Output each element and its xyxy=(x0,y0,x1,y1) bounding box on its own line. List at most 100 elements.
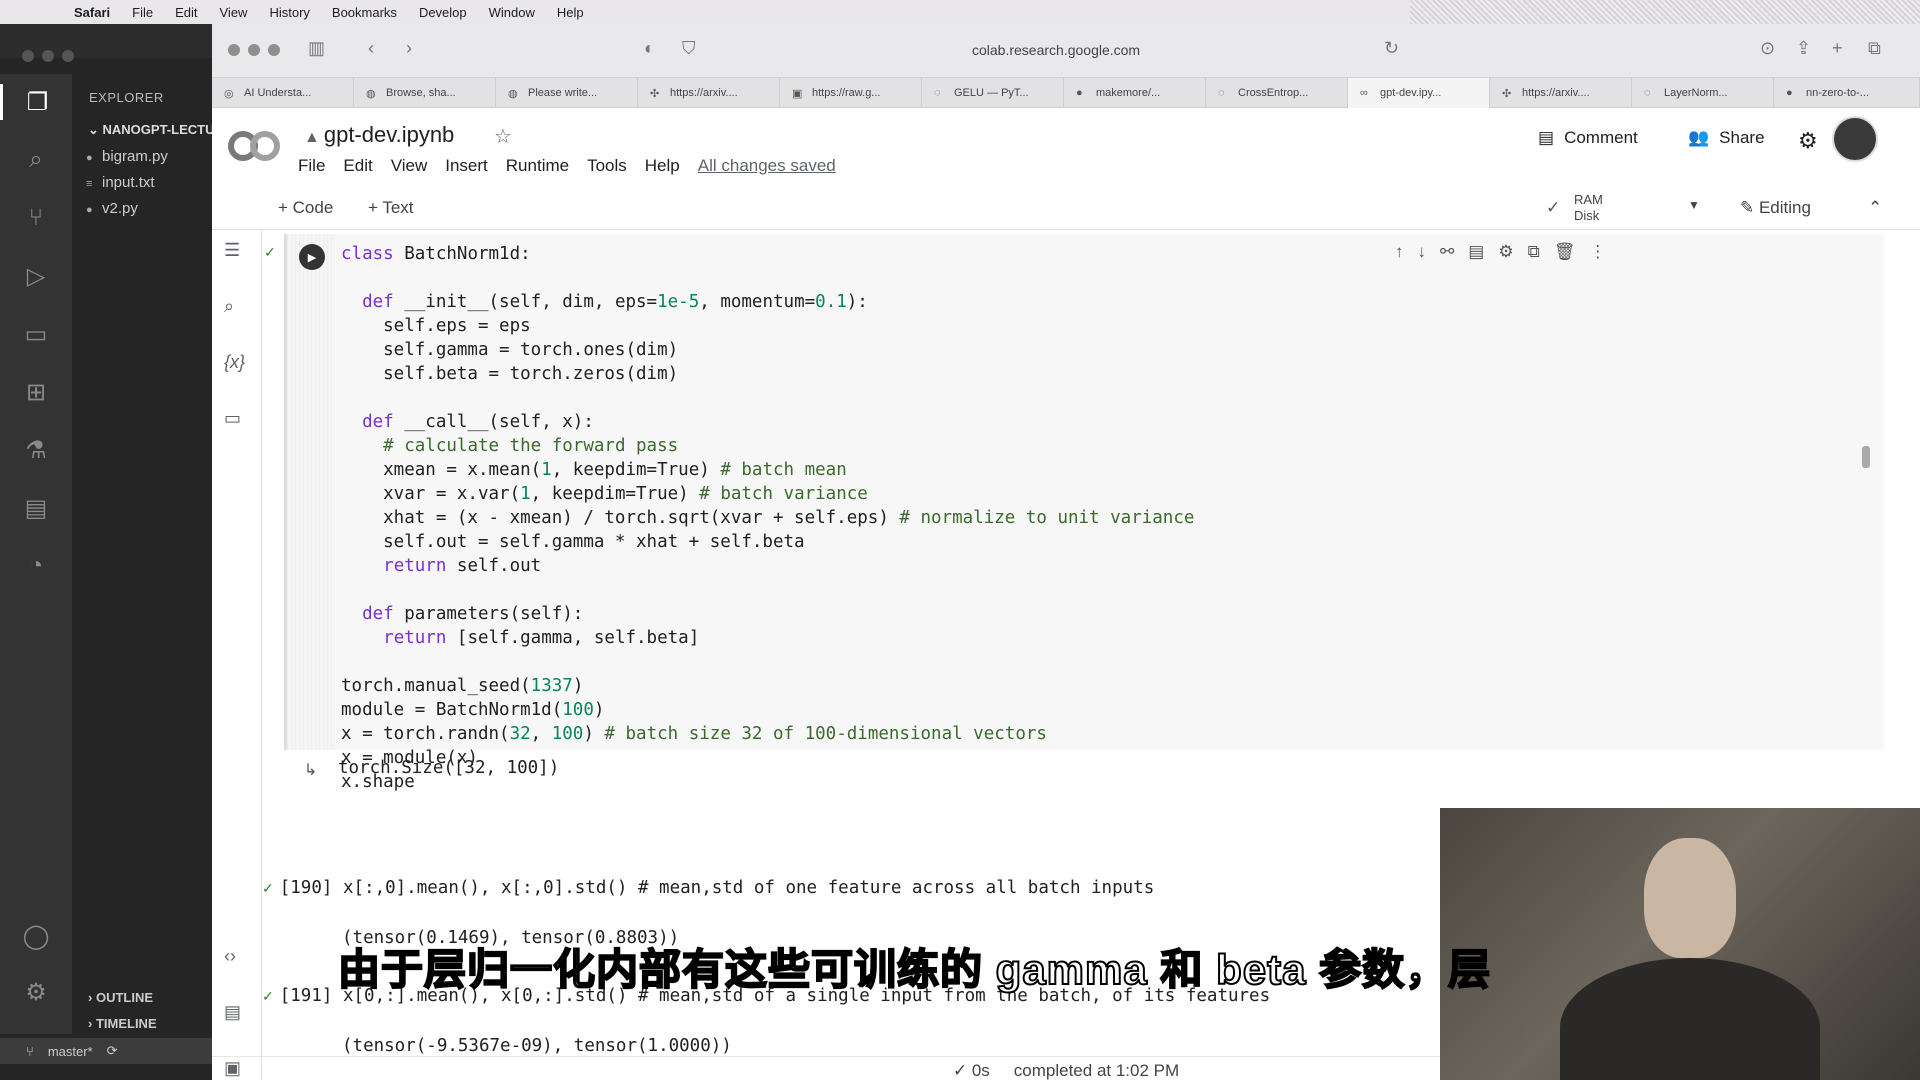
code-line: self.gamma = torch.ones(dim) xyxy=(341,340,679,360)
browser-tab[interactable]: ◎ AI Understa... xyxy=(212,78,354,108)
git-graph-icon[interactable]: ◔ xyxy=(18,548,54,584)
forward-icon[interactable]: › xyxy=(406,38,412,59)
menu-file[interactable]: File xyxy=(132,5,153,20)
browser-tab[interactable]: ◍ Browse, sha... xyxy=(354,78,496,108)
code-editor[interactable]: class BatchNorm1d: def __init__(self, di… xyxy=(341,242,1194,794)
privacy-icon[interactable]: ◐ xyxy=(644,38,655,59)
colab-menu-help[interactable]: Help xyxy=(645,156,680,176)
file-item[interactable]: ● bigram.py xyxy=(86,148,168,165)
colab-menu-tools[interactable]: Tools xyxy=(587,156,627,176)
menu-history[interactable]: History xyxy=(269,5,309,20)
shield-icon[interactable]: ⛉ xyxy=(682,38,696,59)
output-icon[interactable]: ↳ xyxy=(304,760,317,780)
save-status[interactable]: All changes saved xyxy=(698,156,836,176)
vscode-window-controls xyxy=(22,50,74,62)
menu-edit[interactable]: Edit xyxy=(175,5,197,20)
colab-menu-file[interactable]: File xyxy=(298,156,325,176)
address-bar[interactable]: colab.research.google.com xyxy=(972,42,1140,58)
editing-label: Editing xyxy=(1758,198,1811,217)
git-branch[interactable]: master* xyxy=(48,1044,93,1059)
colab-menu-edit[interactable]: Edit xyxy=(343,156,372,176)
downloads-icon[interactable]: ⊙ xyxy=(1760,38,1775,59)
settings-icon[interactable]: ⚙ xyxy=(1798,128,1818,154)
add-text-button[interactable]: + Text xyxy=(368,198,414,218)
find-icon[interactable]: ⌕ xyxy=(224,296,234,317)
run-debug-icon[interactable]: ▷ xyxy=(18,258,54,294)
files-folder-icon[interactable]: ▭ xyxy=(224,408,241,429)
menu-develop[interactable]: Develop xyxy=(419,5,467,20)
code-snippets-icon[interactable]: ‹› xyxy=(224,946,236,967)
command-palette-icon[interactable]: ▤ xyxy=(224,1002,241,1023)
mirror-cell-icon[interactable]: ⧉ xyxy=(1528,242,1540,262)
back-icon[interactable]: ‹ xyxy=(368,38,374,59)
colab-logo-icon[interactable] xyxy=(228,128,280,164)
run-cell-button[interactable]: ▶ xyxy=(299,244,325,270)
browser-tab[interactable]: ▣ https://raw.g... xyxy=(780,78,922,108)
menu-window[interactable]: Window xyxy=(489,5,535,20)
comment-button[interactable]: ▤ Comment xyxy=(1538,128,1638,148)
menu-help[interactable]: Help xyxy=(557,5,584,20)
variables-icon[interactable]: {x} xyxy=(224,352,245,373)
tab-favicon-icon: ● xyxy=(1076,87,1083,99)
window-controls[interactable] xyxy=(228,44,280,56)
remote-explorer-icon[interactable]: ▭ xyxy=(18,316,54,352)
menu-bookmarks[interactable]: Bookmarks xyxy=(332,5,397,20)
menu-app-name[interactable]: Safari xyxy=(74,5,110,20)
sidebar-icon[interactable]: ▥ xyxy=(308,38,325,59)
browser-tab[interactable]: ◌ CrossEntrop... xyxy=(1206,78,1348,108)
code-line: def __init__(self, dim, eps=1e-5, moment… xyxy=(362,292,868,312)
browser-tab-active[interactable]: ∞ gpt-dev.ipy... xyxy=(1348,78,1490,108)
table-of-contents-icon[interactable]: ☰ xyxy=(224,240,240,261)
python-file-icon: ● xyxy=(86,204,93,216)
editor-scrollbar[interactable] xyxy=(1862,446,1870,468)
share-button[interactable]: 👥 Share xyxy=(1688,128,1765,148)
delete-icon[interactable]: 🗑 xyxy=(1554,242,1576,262)
ram-label: RAM xyxy=(1574,192,1603,207)
editing-mode[interactable]: ✎ Editing xyxy=(1740,198,1811,218)
reload-icon[interactable]: ↻ xyxy=(1384,38,1399,59)
testing-icon[interactable]: ⚗ xyxy=(18,432,54,468)
tab-overview-icon[interactable]: ⧉ xyxy=(1868,38,1881,59)
extensions-icon[interactable]: ⊞ xyxy=(18,374,54,410)
browser-tab[interactable]: ◌ LayerNorm... xyxy=(1632,78,1774,108)
share-icon[interactable]: ⇪ xyxy=(1796,38,1811,59)
browser-tab[interactable]: ✣ https://arxiv.... xyxy=(1490,78,1632,108)
move-down-icon[interactable]: ↓ xyxy=(1418,242,1427,262)
notebook-icon[interactable]: ▤ xyxy=(18,490,54,526)
move-up-icon[interactable]: ↑ xyxy=(1395,242,1404,262)
file-item[interactable]: ≡ input.txt xyxy=(86,174,155,191)
outline-section[interactable]: › OUTLINE xyxy=(72,990,212,1016)
add-code-button[interactable]: + Code xyxy=(278,198,333,218)
menu-view[interactable]: View xyxy=(220,5,248,20)
star-icon[interactable]: ☆ xyxy=(494,124,512,149)
file-item[interactable]: ● v2.py xyxy=(86,200,138,217)
settings-gear-icon[interactable]: ⚙ xyxy=(18,974,54,1010)
source-control-icon[interactable]: ⑂ xyxy=(18,200,54,236)
comment-cell-icon[interactable]: ▤ xyxy=(1468,242,1484,262)
sync-icon[interactable]: ⟳ xyxy=(107,1043,118,1059)
code-line: return self.out xyxy=(383,556,542,576)
code-cell-190[interactable]: ✓ [190] x[:,0].mean(), x[:,0].std() # mea… xyxy=(262,878,1154,898)
account-icon[interactable]: ◯ xyxy=(18,918,54,954)
avatar[interactable] xyxy=(1832,116,1878,162)
colab-menu-view[interactable]: View xyxy=(391,156,428,176)
more-vert-icon[interactable]: ⋮ xyxy=(1589,242,1606,262)
link-icon[interactable]: ⚯ xyxy=(1440,242,1454,262)
files-icon[interactable]: ❐ xyxy=(0,84,72,120)
search-icon[interactable]: ⌕ xyxy=(18,142,54,178)
cell-settings-icon[interactable]: ⚙ xyxy=(1498,242,1513,262)
browser-tab[interactable]: ◍ Please write... xyxy=(496,78,638,108)
chevron-down-icon[interactable]: ▼ xyxy=(1688,198,1700,212)
new-tab-icon[interactable]: + xyxy=(1832,38,1843,59)
workspace-folder[interactable]: ⌄ NANOGPT-LECTU xyxy=(72,122,212,144)
browser-tab[interactable]: ✣ https://arxiv.... xyxy=(638,78,780,108)
collapse-header-icon[interactable]: ⌃ xyxy=(1868,198,1882,218)
resource-monitor[interactable]: RAM Disk xyxy=(1574,192,1603,224)
colab-menu-insert[interactable]: Insert xyxy=(445,156,488,176)
browser-tab[interactable]: ◌ GELU — PyT... xyxy=(922,78,1064,108)
colab-menu-runtime[interactable]: Runtime xyxy=(506,156,569,176)
browser-tab[interactable]: ● makemore/... xyxy=(1064,78,1206,108)
code-cell[interactable]: ▶ ↑ ↓ ⚯ ▤ ⚙ ⧉ 🗑 ⋮ class BatchNorm1d: def… xyxy=(284,234,1884,792)
browser-tab[interactable]: ● nn-zero-to-... xyxy=(1774,78,1920,108)
notebook-title[interactable]: ▲ gpt-dev.ipynb xyxy=(304,122,454,148)
